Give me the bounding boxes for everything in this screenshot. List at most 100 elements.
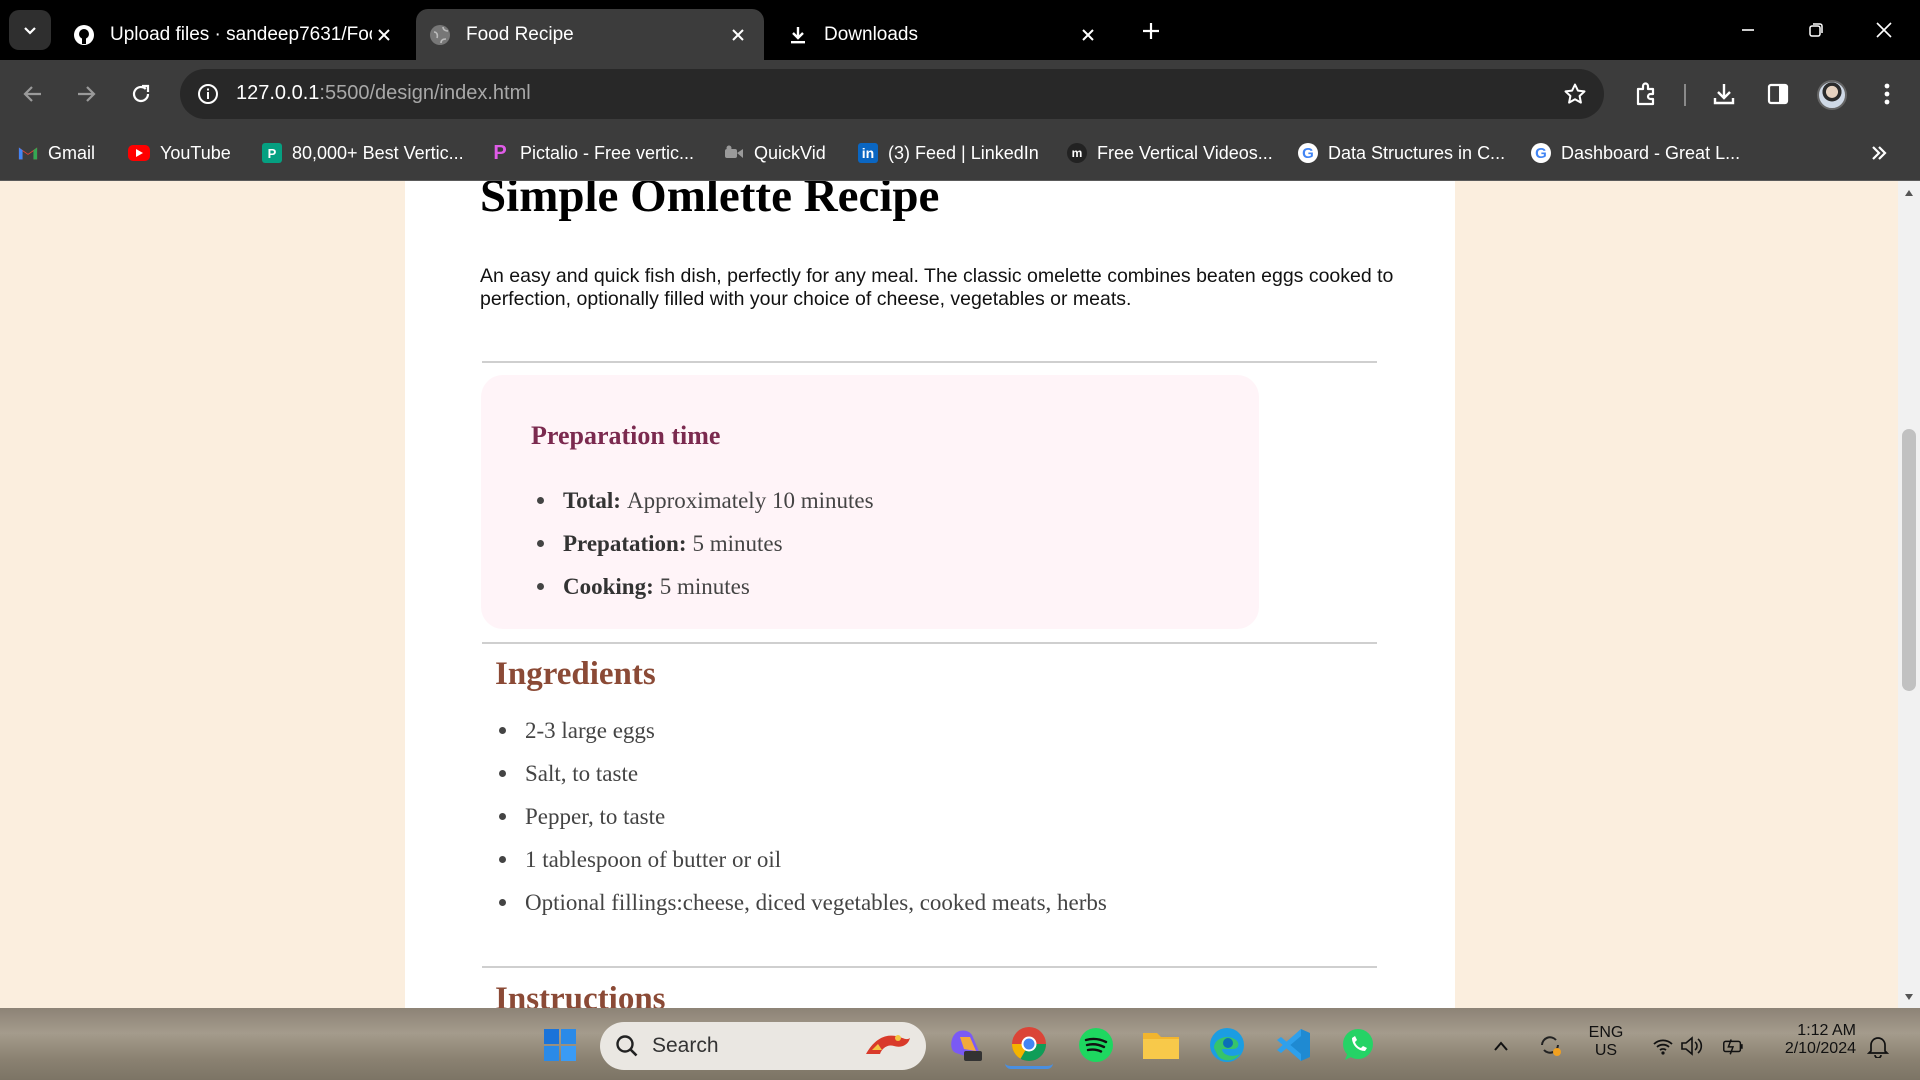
url-text[interactable]: 127.0.0.1:5500/design/index.html <box>236 82 531 105</box>
prep-item: Total: Approximately 10 minutes <box>531 479 874 522</box>
arrow-right-icon <box>78 86 96 102</box>
preparation-time-card: Preparation time Total: Approximately 10 … <box>481 375 1259 629</box>
scroll-up-arrow-icon[interactable] <box>1903 187 1915 199</box>
reload-icon <box>132 84 150 103</box>
address-bar[interactable]: 127.0.0.1:5500/design/index.html <box>180 69 1604 119</box>
downloads-icon[interactable] <box>1704 74 1744 114</box>
notification-bell-icon[interactable] <box>1866 1034 1890 1058</box>
ingredient-text: 1 tablespoon of butter or oil <box>525 846 782 872</box>
gmail-icon <box>18 143 38 163</box>
prep-label: Total: <box>563 487 621 513</box>
close-icon[interactable] <box>372 23 396 47</box>
arrow-left-icon <box>23 86 41 102</box>
back-button[interactable] <box>13 74 53 114</box>
language-indicator[interactable]: ENG US <box>1586 1024 1626 1060</box>
bullet <box>499 770 506 777</box>
bookmark-quickvid[interactable]: QuickVid <box>724 138 826 168</box>
close-icon[interactable] <box>726 23 750 47</box>
spotify-icon[interactable] <box>1072 1021 1120 1069</box>
page-viewport: Simple Omlette Recipe An easy and quick … <box>0 181 1898 1008</box>
tab-upload-files[interactable]: Upload files · sandeep7631/Foo <box>60 9 410 60</box>
bookmark-gmail[interactable]: Gmail <box>18 138 95 168</box>
globe-icon <box>428 23 452 47</box>
search-icon <box>616 1035 638 1057</box>
ingredient-item: Salt, to taste <box>493 752 1107 795</box>
tab-food-recipe[interactable]: Food Recipe <box>416 9 764 60</box>
bookmark-label: Free Vertical Videos... <box>1097 142 1273 163</box>
restore-button[interactable] <box>1790 8 1842 52</box>
scroll-down-arrow-icon[interactable] <box>1903 991 1915 1003</box>
taskbar-search-box[interactable]: Search <box>600 1022 926 1070</box>
ingredient-item: Pepper, to taste <box>493 795 1107 838</box>
bullet <box>499 813 506 820</box>
bullet <box>537 497 544 504</box>
chevron-up-icon[interactable] <box>1489 1034 1513 1058</box>
quickvid-icon <box>724 143 744 163</box>
bullet <box>499 899 506 906</box>
new-tab-button[interactable] <box>1134 14 1168 48</box>
bullet <box>499 727 506 734</box>
battery-icon[interactable] <box>1721 1034 1745 1058</box>
tab-label: Upload files · sandeep7631/Foo <box>110 23 372 45</box>
bookmark-label: (3) Feed | LinkedIn <box>888 142 1039 163</box>
linkedin-icon: in <box>858 143 878 163</box>
copilot-icon[interactable] <box>942 1021 990 1069</box>
forward-button[interactable] <box>66 74 106 114</box>
ingredient-text: Optional fillings:cheese, diced vegetabl… <box>525 889 1107 915</box>
edge-icon[interactable] <box>1203 1021 1251 1069</box>
bookmark-dashboard[interactable]: G Dashboard - Great L... <box>1531 138 1740 168</box>
download-icon <box>786 23 810 47</box>
tab-downloads[interactable]: Downloads <box>774 9 1114 60</box>
reload-button[interactable] <box>121 74 161 114</box>
divider <box>482 642 1377 644</box>
chevron-double-right-icon[interactable] <box>1868 142 1892 166</box>
page-scrollbar[interactable] <box>1898 181 1920 1008</box>
toolbar-divider <box>1684 84 1686 106</box>
prep-label: Cooking: <box>563 573 654 599</box>
language-code: ENG <box>1588 1024 1624 1041</box>
prep-value: 5 minutes <box>659 573 750 599</box>
url-path: :5500/design/index.html <box>319 82 531 104</box>
extensions-icon[interactable] <box>1627 74 1667 114</box>
prep-list: Total: Approximately 10 minutes Prepatati… <box>531 479 874 608</box>
bookmark-label: YouTube <box>160 142 231 163</box>
file-explorer-icon[interactable] <box>1137 1021 1185 1069</box>
bookmark-youtube[interactable]: YouTube <box>128 138 231 168</box>
sync-icon[interactable] <box>1535 1030 1565 1060</box>
vscode-icon[interactable] <box>1269 1021 1317 1069</box>
site-info-icon[interactable] <box>192 78 224 110</box>
divider <box>482 966 1377 968</box>
minimize-button[interactable] <box>1722 8 1774 52</box>
bookmarks-bar: Gmail YouTube P 80,000+ Best Vertic... P… <box>0 128 1920 181</box>
profile-avatar[interactable] <box>1817 80 1847 110</box>
bookmark-label: 80,000+ Best Vertic... <box>292 142 464 163</box>
windows-start-icon[interactable] <box>536 1021 584 1069</box>
bookmark-pictalio[interactable]: P Pictalio - Free vertic... <box>490 138 694 168</box>
ingredient-item: Optional fillings:cheese, diced vegetabl… <box>493 881 1107 924</box>
bookmark-star-icon[interactable] <box>1560 79 1590 109</box>
tab-label: Food Recipe <box>466 23 574 45</box>
chrome-icon[interactable] <box>1005 1021 1053 1069</box>
bookmark-label: Pictalio - Free vertic... <box>520 142 695 163</box>
close-window-button[interactable] <box>1858 8 1910 52</box>
plus-icon <box>1143 23 1159 39</box>
whatsapp-icon[interactable] <box>1334 1021 1382 1069</box>
close-icon[interactable] <box>1076 23 1100 47</box>
bookmark-pexels[interactable]: P 80,000+ Best Vertic... <box>262 138 464 168</box>
minimize-icon <box>1742 29 1754 31</box>
tab-search-button[interactable] <box>9 10 51 50</box>
ingredient-text: Pepper, to taste <box>525 803 666 829</box>
prep-item: Cooking: 5 minutes <box>531 565 874 608</box>
restore-icon <box>1809 23 1823 37</box>
prep-heading: Preparation time <box>531 421 721 450</box>
clock[interactable]: 1:12 AM 2/10/2024 <box>1766 1022 1856 1058</box>
side-panel-icon[interactable] <box>1758 74 1798 114</box>
menu-kebab-icon[interactable] <box>1867 74 1907 114</box>
volume-icon[interactable] <box>1680 1034 1704 1058</box>
close-icon <box>1876 22 1892 38</box>
wifi-icon[interactable] <box>1651 1034 1675 1058</box>
bookmark-mixkit[interactable]: m Free Vertical Videos... <box>1067 138 1273 168</box>
scrollbar-thumb[interactable] <box>1902 429 1916 691</box>
bookmark-data-structures[interactable]: G Data Structures in C... <box>1298 138 1505 168</box>
bookmark-linkedin[interactable]: in (3) Feed | LinkedIn <box>858 138 1039 168</box>
